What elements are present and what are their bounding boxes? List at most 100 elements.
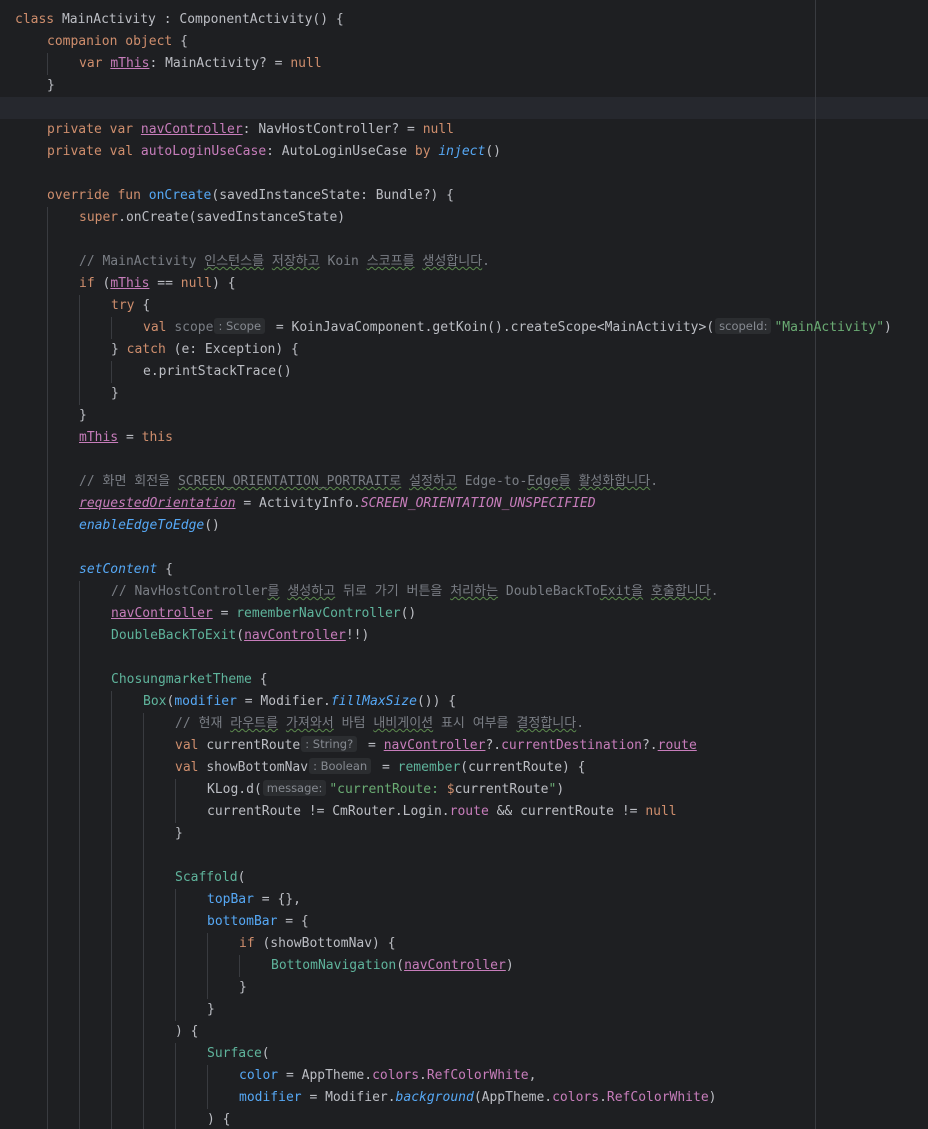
code-line[interactable]: ) { (207, 1109, 230, 1129)
code-token: // 현재 (175, 716, 231, 731)
code-line[interactable]: KLog.d(message: "currentRoute: $currentRo… (207, 779, 564, 801)
code-line[interactable]: val scope: Scope = KoinJavaComponent.get… (143, 317, 892, 339)
code-line[interactable]: mThis = this (79, 427, 173, 449)
code-line[interactable]: private val autoLoginUseCase: AutoLoginU… (47, 141, 501, 163)
code-line[interactable]: requestedOrientation = ActivityInfo.SCRE… (79, 493, 596, 515)
code-line[interactable]: currentRoute != CmRouter.Login.route && … (207, 801, 677, 823)
code-token: SCREEN_ORIENTATION_PORTRAIT로 (177, 474, 402, 489)
code-token: this (141, 430, 173, 445)
code-line[interactable]: if (showBottomNav) { (239, 933, 396, 955)
code-line[interactable]: } (175, 823, 183, 845)
code-token: navController (404, 958, 506, 973)
code-line[interactable]: setContent { (79, 559, 173, 581)
code-editor[interactable]: class MainActivity : ComponentActivity()… (0, 0, 928, 1129)
code-token: && currentRoute != (488, 804, 646, 819)
code-line[interactable]: companion object { (47, 31, 188, 53)
code-line[interactable]: ) { (175, 1021, 198, 1043)
code-token: Exit을 (599, 584, 644, 599)
code-token: { (251, 672, 268, 687)
code-line[interactable]: BottomNavigation(navController) (271, 955, 514, 977)
code-token: bottomBar (207, 914, 278, 929)
code-line[interactable]: if (mThis == null) { (79, 273, 236, 295)
code-token: (savedInstanceState: Bundle?) { (211, 188, 455, 203)
code-token: 처리하는 (450, 584, 499, 599)
code-token: : NavHostController? = (242, 122, 423, 137)
code-token: BottomNavigation (271, 958, 397, 973)
code-token: inject (438, 144, 486, 159)
code-token: Edge를 (527, 474, 571, 489)
code-token: ( (396, 958, 405, 973)
code-token: } (175, 826, 183, 841)
code-token: , (528, 1068, 537, 1083)
code-line[interactable]: navController = rememberNavController() (111, 603, 416, 625)
inlay-type-hint: : Boolean (309, 758, 372, 774)
code-token: (e: Exception) { (173, 342, 299, 357)
code-token: showBottomNav (206, 760, 309, 775)
code-line[interactable]: Scaffold( (175, 867, 245, 889)
code-line[interactable]: override fun onCreate(savedInstanceState… (47, 185, 454, 207)
code-line[interactable]: // 현재 라우트를 가져와서 바텀 내비게이션 표시 여부를 결정합니다. (175, 713, 584, 735)
code-token: = (374, 760, 398, 775)
code-token: = Modifier. (236, 694, 331, 709)
code-line[interactable]: // MainActivity 인스턴스를 저장하고 Koin 스코프를 생성합… (79, 251, 490, 273)
code-token: { (157, 562, 173, 577)
code-token: ) (884, 320, 892, 335)
code-token: { (142, 298, 151, 313)
code-line[interactable]: Surface( (207, 1043, 270, 1065)
code-line[interactable]: // NavHostController를 생성하고 뒤로 가기 버튼을 처리하… (111, 581, 719, 603)
code-token: null (180, 276, 213, 291)
code-token: by (414, 144, 439, 159)
code-line[interactable]: enableEdgeToEdge() (79, 515, 220, 537)
code-line[interactable]: Box(modifier = Modifier.fillMaxSize()) { (143, 691, 456, 713)
code-line[interactable]: // 화면 회전을 SCREEN_ORIENTATION_PORTRAIT로 설… (79, 471, 658, 493)
code-token: try (111, 298, 143, 313)
code-line[interactable]: class MainActivity : ComponentActivity()… (15, 9, 344, 31)
code-line[interactable]: color = AppTheme.colors.RefColorWhite, (239, 1065, 536, 1087)
code-token: DoubleBackToExit (111, 628, 237, 643)
code-token: RefColorWhite (426, 1068, 529, 1083)
code-line[interactable]: } (239, 977, 247, 999)
code-token: modifier (239, 1090, 302, 1105)
code-token: mThis (110, 276, 150, 291)
inlay-type-hint: : Scope (214, 318, 266, 334)
code-token: companion object (47, 34, 181, 49)
code-token: navController (140, 122, 243, 137)
code-line[interactable]: } (111, 383, 119, 405)
code-token: 내비게이션 (373, 716, 434, 731)
code-token: // 화면 회전을 (79, 474, 178, 489)
code-token: colors (372, 1068, 420, 1083)
code-token: DoubleBackTo (498, 584, 600, 599)
code-token: = { (277, 914, 309, 929)
code-line[interactable]: try { (111, 295, 150, 317)
code-line[interactable]: } (207, 999, 215, 1021)
code-line[interactable]: } catch (e: Exception) { (111, 339, 299, 361)
code-line[interactable]: modifier = Modifier.background(AppTheme.… (239, 1087, 716, 1109)
code-token: 표시 여부를 (433, 716, 517, 731)
caret-row-highlight (0, 97, 928, 119)
code-line[interactable]: val showBottomNav: Boolean = remember(cu… (175, 757, 586, 779)
code-line[interactable]: } (47, 75, 55, 97)
code-line[interactable]: var mThis: MainActivity? = null (79, 53, 322, 75)
code-token: enableEdgeToEdge (79, 518, 205, 533)
code-token: . (650, 474, 659, 489)
code-token: 라우트를 (230, 716, 279, 731)
code-token: 저장하고 (271, 254, 320, 269)
code-token: = {}, (253, 892, 301, 907)
code-line[interactable]: ChosungmarketTheme { (111, 669, 268, 691)
code-line[interactable]: private var navController: NavHostContro… (47, 119, 454, 141)
code-token: "MainActivity" (774, 320, 885, 335)
code-token: navController (244, 628, 346, 643)
code-token: () (485, 144, 501, 159)
code-token: ?. (485, 738, 502, 753)
code-line[interactable]: DoubleBackToExit(navController!!) (111, 625, 369, 647)
code-line[interactable]: bottomBar = { (207, 911, 309, 933)
code-token: autoLoginUseCase (140, 144, 267, 159)
inlay-type-hint: message: (262, 780, 327, 796)
code-line[interactable]: topBar = {}, (207, 889, 301, 911)
code-line[interactable]: } (79, 405, 87, 427)
code-token: 설정하고 (409, 474, 457, 489)
code-line[interactable]: val currentRoute: String? = navControlle… (175, 735, 697, 757)
code-line[interactable]: super.onCreate(savedInstanceState) (79, 207, 345, 229)
code-line[interactable]: e.printStackTrace() (143, 361, 292, 383)
